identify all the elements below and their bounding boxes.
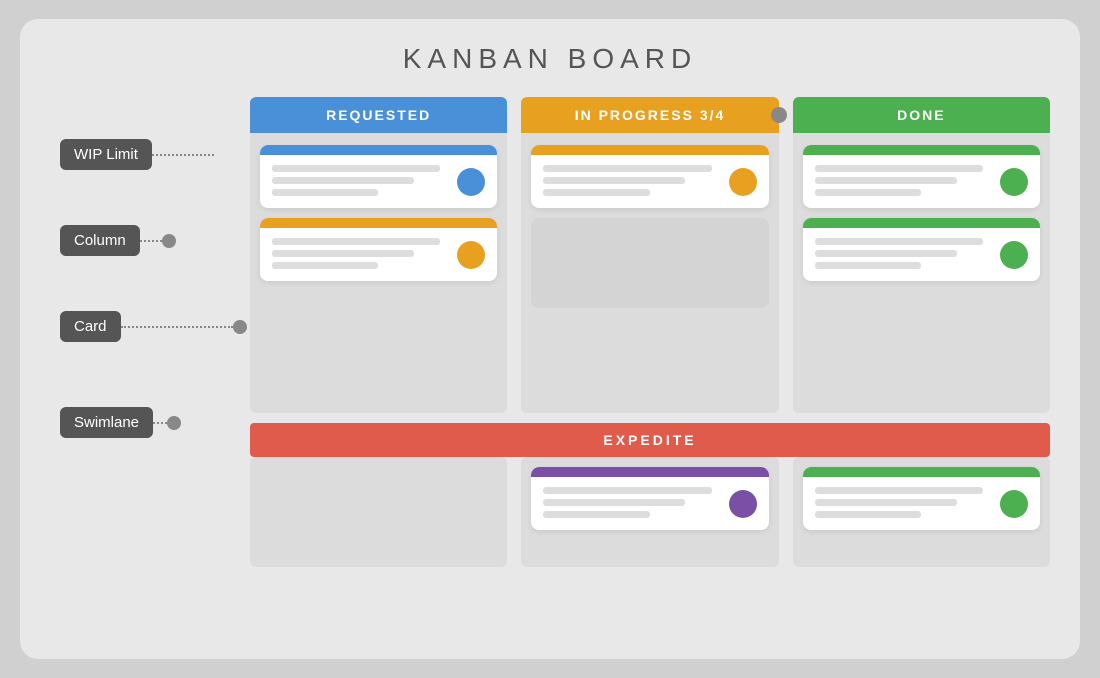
card-bar (531, 467, 768, 477)
requested-col (250, 133, 507, 413)
card-line (815, 250, 957, 257)
swimlane-line (153, 422, 167, 424)
column-dot (162, 234, 176, 248)
card-lines (815, 238, 992, 269)
card-body (260, 228, 497, 281)
done-card-1[interactable] (803, 145, 1040, 208)
wip-limit-line (152, 154, 214, 156)
card-avatar (729, 490, 757, 518)
inprogress-card-1[interactable] (531, 145, 768, 208)
card-line (121, 326, 233, 328)
column-line (140, 240, 162, 242)
wip-limit-label: WIP Limit (60, 139, 152, 170)
requested-card-1[interactable] (260, 145, 497, 208)
card-lines (272, 238, 449, 269)
swimlane-section: EXPEDITE (250, 423, 1050, 567)
swimlane-cols (250, 457, 1050, 567)
card-line (272, 238, 440, 245)
card-body (803, 477, 1040, 530)
card-lines (543, 165, 720, 196)
done-header-wrap: DONE (793, 97, 1050, 133)
card-body (531, 477, 768, 530)
card-line (272, 262, 378, 269)
card-lines (815, 487, 992, 518)
card-avatar (1000, 490, 1028, 518)
wip-limit-label-group: WIP Limit (60, 139, 214, 170)
card-line (815, 499, 957, 506)
card-bar (260, 218, 497, 228)
done-card-2[interactable] (803, 218, 1040, 281)
board-wrapper: KANBAN BOARD WIP Limit Column Card (20, 19, 1080, 659)
card-line (272, 189, 378, 196)
card-line (543, 511, 649, 518)
inprogress-col (521, 133, 778, 413)
card-avatar (1000, 241, 1028, 269)
requested-header: REQUESTED (250, 97, 507, 133)
card-avatar (1000, 168, 1028, 196)
swimlane-header-row: EXPEDITE (250, 423, 1050, 457)
card-avatar (457, 241, 485, 269)
card-line (815, 177, 957, 184)
main-row (250, 133, 1050, 413)
column-headers: REQUESTED IN PROGRESS 3/4 DONE (250, 97, 1050, 133)
card-line (543, 189, 649, 196)
done-header: DONE (793, 97, 1050, 133)
swimlane-label-group: Swimlane (60, 407, 181, 438)
card-line (815, 262, 921, 269)
card-line (543, 499, 685, 506)
swimlane-label: Swimlane (60, 407, 153, 438)
card-bar (260, 145, 497, 155)
card-line (815, 487, 983, 494)
card-avatar (729, 168, 757, 196)
card-lines (543, 487, 720, 518)
requested-card-2[interactable] (260, 218, 497, 281)
card-line (543, 165, 711, 172)
inprogress-header-wrap: IN PROGRESS 3/4 (521, 97, 778, 133)
card-bar (803, 467, 1040, 477)
swimlane-done-col (793, 457, 1050, 567)
card-body (803, 228, 1040, 281)
card-bar (803, 145, 1040, 155)
column-label: Column (60, 225, 140, 256)
card-label: Card (60, 311, 121, 342)
card-body (803, 155, 1040, 208)
card-placeholder (531, 218, 768, 308)
card-body (531, 155, 768, 208)
column-label-group: Column (60, 225, 176, 256)
card-body (260, 155, 497, 208)
card-line (543, 487, 711, 494)
card-line (272, 165, 440, 172)
board-title: KANBAN BOARD (50, 43, 1050, 75)
card-dot (233, 320, 247, 334)
swimlane-dot (167, 416, 181, 430)
card-lines (272, 165, 449, 196)
requested-header-wrap: REQUESTED (250, 97, 507, 133)
card-line (815, 238, 983, 245)
done-col (793, 133, 1050, 413)
card-avatar (457, 168, 485, 196)
card-label-group: Card (60, 311, 247, 342)
card-line (815, 511, 921, 518)
swimlane-done-card[interactable] (803, 467, 1040, 530)
labels-column: WIP Limit Column Card Swimlane (50, 97, 250, 567)
inprogress-header: IN PROGRESS 3/4 (521, 97, 778, 133)
card-bar (531, 145, 768, 155)
card-line (272, 177, 414, 184)
card-line (272, 250, 414, 257)
swimlane-bar: EXPEDITE (250, 423, 1050, 457)
swimlane-requested-col (250, 457, 507, 567)
swimlane-inprogress-card[interactable] (531, 467, 768, 530)
card-line (815, 165, 983, 172)
wip-limit-dot (771, 107, 787, 123)
swimlane-inprogress-col (521, 457, 778, 567)
board-main: REQUESTED IN PROGRESS 3/4 DONE (250, 97, 1050, 567)
card-lines (815, 165, 992, 196)
card-line (543, 177, 685, 184)
card-bar (803, 218, 1040, 228)
card-line (815, 189, 921, 196)
